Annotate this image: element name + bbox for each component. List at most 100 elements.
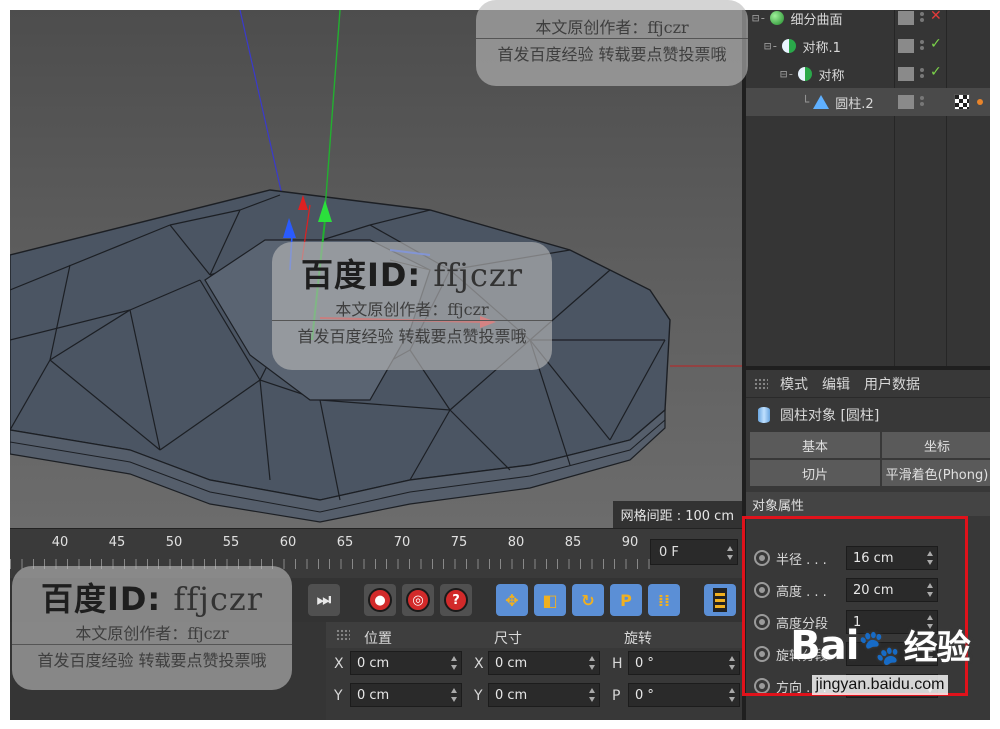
record-icon: ● — [368, 588, 392, 612]
object-label: 细分曲面 — [790, 12, 843, 28]
scale-key-button[interactable]: ◧ — [534, 584, 566, 616]
tick-label: 55 — [222, 535, 240, 550]
coordinate-row-x: X 0 cm X 0 cm H 0 ° — [326, 648, 742, 678]
animate-radio-icon[interactable] — [754, 678, 770, 694]
menu-edit[interactable]: 编辑 — [822, 374, 850, 394]
point-level-button[interactable]: ⁞⁞ — [648, 584, 680, 616]
key-selection-button[interactable]: ? — [440, 584, 472, 616]
tree-collapse-icon[interactable]: ⊟- — [752, 11, 766, 25]
grip-icon[interactable] — [754, 377, 768, 390]
header-size: 尺寸 — [494, 631, 522, 647]
enabled-check-icon[interactable]: ✓ — [930, 64, 942, 80]
prop-height: 高度 . . . 20 cm — [746, 576, 990, 604]
tick-label: 40 — [51, 535, 69, 550]
cylinder-icon — [758, 407, 770, 423]
layer-icon[interactable] — [898, 11, 914, 25]
rotate-key-button[interactable]: ↻ — [572, 584, 604, 616]
object-label: 对称 — [818, 68, 845, 84]
coordinate-manager: 位置 尺寸 旋转 X 0 cm X 0 cm H 0 ° Y 0 cm Y 0 … — [326, 622, 742, 720]
question-icon: ? — [444, 588, 468, 612]
move-key-button[interactable]: ✥ — [496, 584, 528, 616]
animate-radio-icon[interactable] — [754, 550, 770, 566]
goto-end-button[interactable]: ⏭ — [308, 584, 340, 616]
animate-radio-icon[interactable] — [754, 646, 770, 662]
disabled-x-icon[interactable]: ✕ — [930, 10, 942, 24]
spinner-icon — [727, 546, 733, 560]
object-title-text: 圆柱对象 [圆柱] — [780, 408, 880, 424]
symmetry-icon — [782, 39, 797, 53]
baidu-jingyan-logo: Bai🐾 经验 jingyan.baidu.com — [790, 623, 971, 695]
tick-label: 85 — [564, 535, 582, 550]
visibility-dots-icon[interactable] — [920, 38, 926, 54]
param-key-button[interactable]: P — [610, 584, 642, 616]
spinner-icon — [451, 688, 457, 702]
tree-collapse-icon[interactable]: ⊟- — [764, 39, 778, 53]
object-row-symmetry[interactable]: ⊟- 对称 ✓ — [746, 60, 990, 88]
object-row-symmetry1[interactable]: ⊟- 对称.1 ✓ — [746, 32, 990, 60]
prop-radius: 半径 . . . 16 cm — [746, 544, 990, 572]
paw-icon: 🐾 — [858, 628, 900, 668]
object-manager: ⊟- 细分曲面 ✕ ⊟- 对称.1 ✓ ⊟- 对称 ✓ └ 圆柱.2 — [746, 10, 990, 366]
object-properties-header: 对象属性 — [746, 492, 990, 516]
object-label: 圆柱.2 — [835, 96, 874, 112]
object-row-subdivision[interactable]: ⊟- 细分曲面 ✕ — [746, 10, 990, 32]
rotation-h-input[interactable]: 0 ° — [628, 651, 740, 675]
visibility-dots-icon[interactable] — [920, 10, 926, 26]
tab-phong[interactable]: 平滑着色(Phong) — [882, 460, 990, 486]
tab-slice[interactable]: 切片 — [750, 460, 880, 486]
rotation-p-input[interactable]: 0 ° — [628, 683, 740, 707]
coordinate-header: 位置 尺寸 旋转 — [326, 622, 742, 648]
tick-label: 70 — [393, 535, 411, 550]
watermark-top: 本文原创作者：ffjczr 首发百度经验 转载要点赞投票哦 — [476, 0, 748, 86]
spinner-icon — [451, 656, 457, 670]
spinner-icon — [729, 688, 735, 702]
radius-input[interactable]: 16 cm — [846, 546, 938, 570]
tick-label: 75 — [450, 535, 468, 550]
tree-branch-icon: └ — [802, 95, 810, 109]
tick-label: 50 — [165, 535, 183, 550]
enabled-check-icon[interactable]: ✓ — [930, 36, 942, 52]
object-row-cylinder2[interactable]: └ 圆柱.2 — [746, 88, 990, 116]
spinner-icon — [729, 656, 735, 670]
symmetry-icon — [798, 67, 813, 81]
coordinate-row-y: Y 0 cm Y 0 cm P 0 ° — [326, 680, 742, 710]
layer-icon[interactable] — [898, 95, 914, 109]
tick-label: 60 — [279, 535, 297, 550]
watermark-center: 百度ID: ffjczr 本文原创作者：ffjczr 首发百度经验 转载要点赞投… — [272, 242, 552, 370]
autokey-icon: ◎ — [406, 588, 430, 612]
film-icon — [713, 588, 727, 612]
tab-basic[interactable]: 基本 — [750, 432, 880, 458]
menu-mode[interactable]: 模式 — [780, 374, 808, 394]
position-x-input[interactable]: 0 cm — [350, 651, 462, 675]
spinner-icon — [927, 551, 933, 565]
size-x-input[interactable]: 0 cm — [488, 651, 600, 675]
header-rotation: 旋转 — [624, 631, 652, 647]
height-input[interactable]: 20 cm — [846, 578, 938, 602]
position-y-input[interactable]: 0 cm — [350, 683, 462, 707]
attribute-object-title: 圆柱对象 [圆柱] — [746, 398, 990, 432]
tree-collapse-icon[interactable]: ⊟- — [780, 67, 794, 81]
size-y-input[interactable]: 0 cm — [488, 683, 600, 707]
grid-spacing-label: 网格间距 : 100 cm — [612, 501, 742, 528]
selection-tag-icon[interactable] — [977, 99, 983, 105]
menu-user-data[interactable]: 用户数据 — [864, 374, 920, 394]
visibility-dots-icon[interactable] — [920, 66, 926, 82]
animate-radio-icon[interactable] — [754, 614, 770, 630]
film-strip-button[interactable] — [704, 584, 736, 616]
spinner-icon — [927, 583, 933, 597]
layer-icon[interactable] — [898, 39, 914, 53]
layer-icon[interactable] — [898, 67, 914, 81]
tick-label: 45 — [108, 535, 126, 550]
visibility-dots-icon[interactable] — [920, 94, 926, 110]
attribute-tabs: 基本 坐标 切片 平滑着色(Phong) — [750, 432, 990, 486]
tick-label: 80 — [507, 535, 525, 550]
polygon-object-icon — [813, 95, 830, 109]
record-key-button[interactable]: ● — [364, 584, 396, 616]
auto-key-button[interactable]: ◎ — [402, 584, 434, 616]
spinner-icon — [589, 656, 595, 670]
current-frame-field[interactable]: 0 F — [650, 539, 738, 565]
grip-icon[interactable] — [336, 629, 350, 641]
material-tag-icon[interactable] — [954, 94, 970, 110]
animate-radio-icon[interactable] — [754, 582, 770, 598]
tab-coordinates[interactable]: 坐标 — [882, 432, 990, 458]
